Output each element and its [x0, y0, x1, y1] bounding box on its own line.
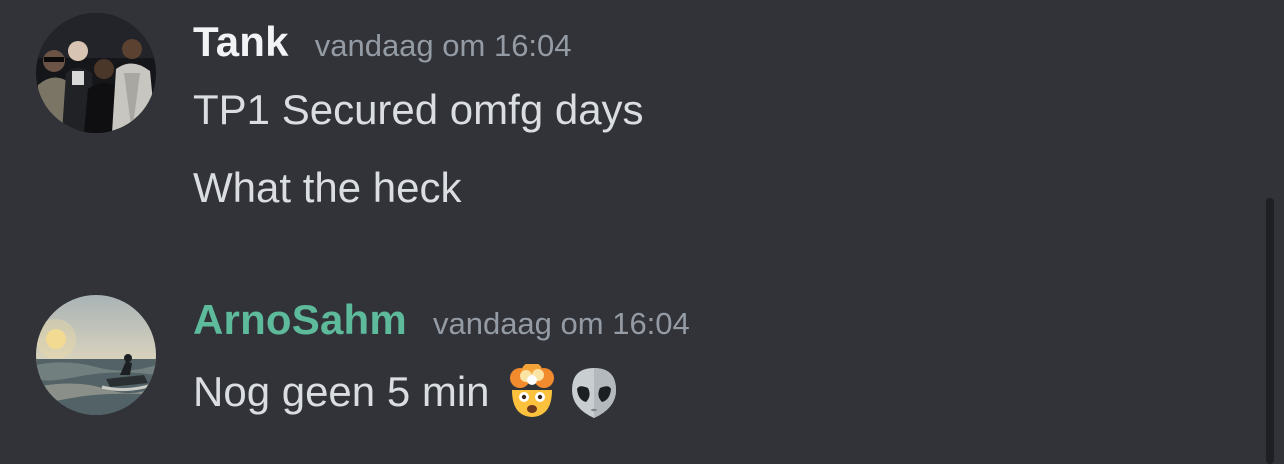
- message-content: TP1 Secured omfg days: [193, 86, 644, 133]
- group-photo-avatar: [36, 13, 156, 133]
- jetski-sunset-avatar: [36, 295, 156, 415]
- chat-message-list: Tank vandaag om 16:04 TP1 Secured omfg d…: [0, 0, 1284, 464]
- alien-icon[interactable]: [566, 364, 622, 420]
- message-content: Nog geen 5 min: [193, 368, 490, 415]
- message-header: Tank vandaag om 16:04: [193, 18, 572, 66]
- username[interactable]: Tank: [193, 18, 289, 66]
- message-text: TP1 Secured omfg days: [193, 86, 644, 134]
- exploding-head-icon[interactable]: [504, 362, 560, 420]
- scrollbar[interactable]: [1266, 198, 1274, 464]
- user-avatar[interactable]: [36, 13, 156, 133]
- timestamp[interactable]: vandaag om 16:04: [315, 28, 572, 64]
- message-text: What the heck: [193, 164, 461, 212]
- user-avatar[interactable]: [36, 295, 156, 415]
- message-header: ArnoSahm vandaag om 16:04: [193, 296, 690, 344]
- message-content: What the heck: [193, 164, 462, 211]
- timestamp[interactable]: vandaag om 16:04: [433, 306, 690, 342]
- username[interactable]: ArnoSahm: [193, 296, 407, 344]
- message-text: Nog geen 5 min: [193, 362, 622, 420]
